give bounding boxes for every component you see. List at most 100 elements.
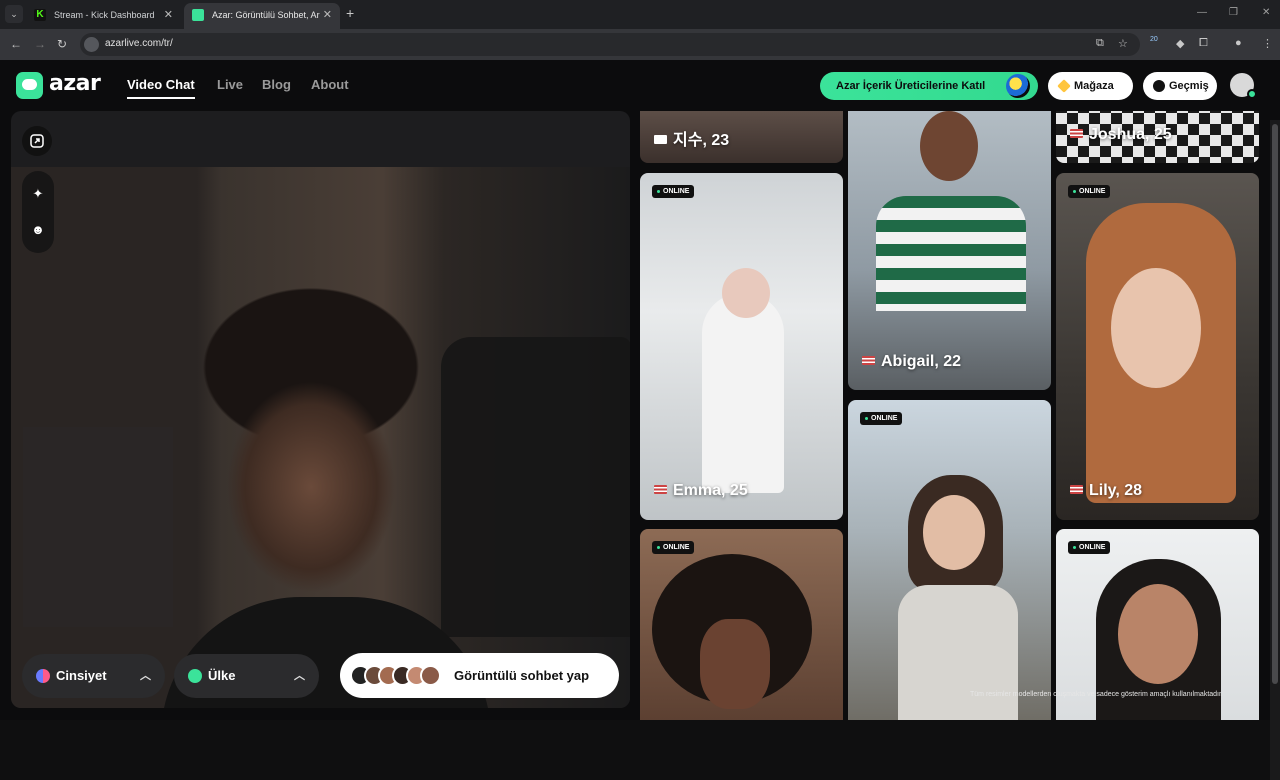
flag-kr-icon	[654, 135, 667, 144]
install-icon[interactable]: ⧉	[1096, 37, 1104, 50]
profile-card[interactable]: Joshua, 25	[1056, 111, 1259, 163]
tab-title: Stream - Kick Dashboard	[54, 10, 155, 20]
azar-logo-icon	[16, 72, 43, 99]
restore-icon[interactable]: ❐	[1229, 7, 1238, 18]
store-button[interactable]: Mağaza	[1048, 72, 1133, 100]
effects-toolbar: ✦ ☻	[22, 171, 54, 253]
reload-icon[interactable]: ↻	[57, 37, 67, 51]
profile-photo	[1111, 268, 1201, 388]
online-badge: ONLINE	[1068, 185, 1111, 198]
profile-photo	[722, 268, 770, 318]
site-info-icon[interactable]	[84, 37, 99, 52]
online-badge: ONLINE	[652, 541, 695, 554]
browser-tab-bar: ⌄ K Stream - Kick Dashboard ✕ Azar: Görü…	[0, 0, 1280, 29]
profile-photo	[923, 495, 985, 570]
azar-page: azar Video Chat Live Blog About Azar İçe…	[0, 60, 1280, 780]
start-video-chat-button[interactable]: Görüntülü sohbet yap	[340, 653, 619, 698]
close-tab-icon[interactable]: ✕	[164, 3, 173, 27]
profile-photo	[876, 196, 1026, 311]
azar-favicon	[192, 9, 204, 21]
face-effect-icon[interactable]: ☻	[31, 223, 45, 237]
extension-badge[interactable]: 20	[1150, 36, 1166, 52]
kick-favicon: K	[34, 9, 46, 21]
extensions-icon[interactable]: ⧠	[1199, 37, 1208, 50]
extension-icon[interactable]: ◆	[1176, 37, 1184, 50]
star-icon[interactable]: ☆	[1118, 37, 1128, 50]
flag-us-icon	[654, 485, 667, 494]
profile-name: Abigail, 22	[862, 353, 961, 371]
browser-tab-kick[interactable]: K Stream - Kick Dashboard ✕	[26, 3, 181, 29]
tab-title: Azar: Görüntülü Sohbet, Ar	[212, 10, 320, 20]
gender-icon	[36, 669, 50, 683]
profile-name: Joshua, 25	[1070, 126, 1172, 144]
flag-us-icon	[1070, 485, 1083, 494]
url-text: azarlive.com/tr/	[105, 38, 173, 49]
new-tab-icon[interactable]: +	[346, 5, 354, 21]
tab-menu-icon[interactable]: ⌄	[5, 5, 23, 23]
nav-live[interactable]: Live	[217, 77, 243, 92]
address-bar[interactable]: azarlive.com/tr/	[80, 33, 1140, 56]
self-video-panel: ✦ ☻ Cinsiyet ︿ Ülke ︿ Görüntülü sohbet y…	[11, 111, 630, 708]
country-label: Ülke	[208, 668, 236, 683]
profile-card[interactable]: 지수, 23	[640, 111, 843, 163]
logo-text: azar	[49, 71, 101, 96]
browser-tab-azar[interactable]: Azar: Görüntülü Sohbet, Ar ✕	[184, 3, 340, 29]
disclaimer-text: Tüm resimler modellerden oluşmakta ve sa…	[970, 691, 1223, 698]
store-label: Mağaza	[1074, 80, 1114, 92]
status-dot	[1247, 89, 1257, 99]
webcam-feed	[11, 167, 630, 708]
flag-us-icon	[862, 356, 875, 365]
sparkle-icon[interactable]: ✦	[31, 187, 45, 201]
user-avatar-icon[interactable]	[1230, 73, 1257, 99]
profile-photo	[702, 293, 784, 493]
profile-card[interactable]: ONLINE Lily, 28	[1056, 173, 1259, 520]
online-badge: ONLINE	[652, 185, 695, 198]
back-icon[interactable]: ←	[10, 37, 22, 51]
flag-us-icon	[1070, 129, 1083, 138]
join-creators-label: Azar İçerik Üreticilerine Katıl	[836, 80, 986, 92]
profile-grid: 지수, 23 ONLINE Emma, 25 ONLINE Abigail, 2…	[640, 111, 1260, 720]
profile-photo	[898, 585, 1018, 720]
profile-card[interactable]: ONLINE Emma, 25	[640, 173, 843, 520]
history-button[interactable]: Geçmiş	[1143, 72, 1217, 100]
site-header: azar Video Chat Live Blog About Azar İçe…	[0, 60, 1280, 110]
gaming-chair	[441, 337, 630, 637]
country-filter[interactable]: Ülke ︿	[174, 654, 319, 698]
chevron-up-icon: ︿	[294, 670, 305, 682]
forward-icon[interactable]: →	[34, 37, 46, 51]
chevron-up-icon: ︿	[140, 670, 151, 682]
online-badge: ONLINE	[860, 412, 903, 425]
gender-filter[interactable]: Cinsiyet ︿	[22, 654, 165, 698]
menu-icon[interactable]: ⋮	[1262, 37, 1273, 50]
profile-photo	[1118, 584, 1198, 684]
profile-card[interactable]: Abigail, 22	[848, 111, 1051, 390]
wall-poster	[23, 427, 173, 627]
nav-blog[interactable]: Blog	[262, 77, 291, 92]
history-clock-icon	[1153, 80, 1165, 92]
close-window-icon[interactable]: ✕	[1262, 7, 1270, 18]
nav-video-chat[interactable]: Video Chat	[127, 77, 195, 99]
profile-name: Lily, 28	[1070, 482, 1142, 500]
profile-name: Emma, 25	[654, 482, 748, 500]
avatar	[420, 665, 441, 686]
profile-card[interactable]: ONLINE	[640, 529, 843, 720]
start-video-chat-label: Görüntülü sohbet yap	[454, 668, 590, 683]
profile-icon[interactable]: ●	[1235, 37, 1242, 49]
scrollbar-thumb[interactable]	[1272, 124, 1278, 684]
page-scrollbar[interactable]	[1270, 120, 1280, 780]
close-tab-icon[interactable]: ✕	[323, 3, 332, 27]
profile-card[interactable]: ONLINE	[848, 400, 1051, 720]
minimize-icon[interactable]: —	[1197, 7, 1207, 18]
gender-label: Cinsiyet	[56, 668, 107, 683]
profile-name: 지수, 23	[654, 126, 729, 150]
expand-icon[interactable]	[22, 126, 52, 156]
gem-icon	[1057, 79, 1071, 93]
browser-toolbar: ← → ↻ azarlive.com/tr/ ⧉ ☆ 20 ◆ ⧠ ● ⋮	[0, 29, 1280, 60]
creator-badge-icon	[1006, 74, 1030, 98]
country-icon	[188, 669, 202, 683]
history-label: Geçmiş	[1169, 80, 1209, 92]
nav-about[interactable]: About	[311, 77, 349, 92]
profile-photo	[920, 111, 978, 181]
join-creators-button[interactable]: Azar İçerik Üreticilerine Katıl	[820, 72, 1038, 100]
online-badge: ONLINE	[1068, 541, 1111, 554]
